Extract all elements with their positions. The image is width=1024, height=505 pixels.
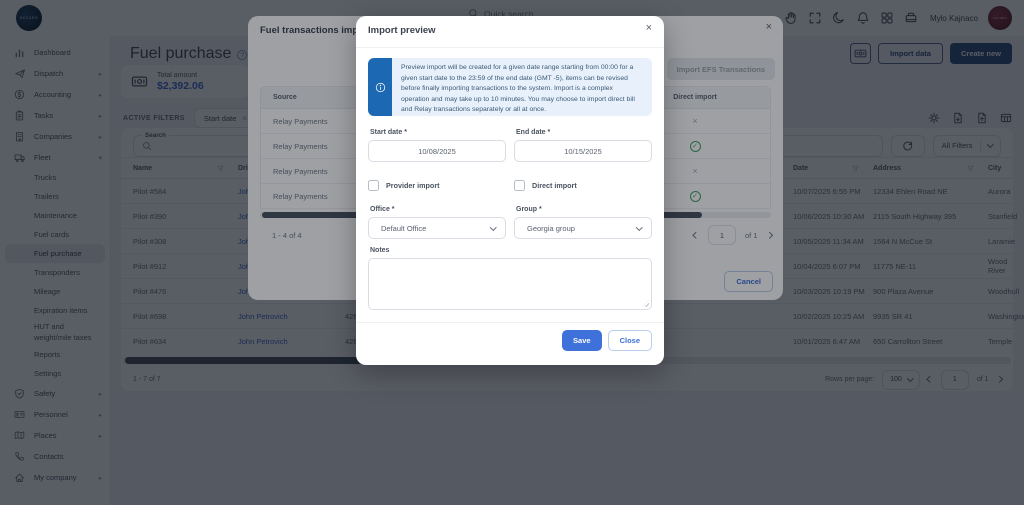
save-button[interactable]: Save [562,330,602,351]
chevron-down-icon [636,224,642,230]
end-date-input[interactable]: 10/15/2025 [514,140,652,162]
notes-label: Notes [370,247,389,254]
close-icon[interactable]: × [646,23,652,34]
save-label: Save [573,336,591,345]
direct-import-label: Direct import [532,181,577,190]
info-banner: Preview import will be created for a giv… [368,58,652,116]
close-button[interactable]: Close [608,330,652,351]
office-value: Default Office [381,224,426,233]
group-value: Georgia group [527,224,575,233]
divider [356,322,664,323]
provider-import-checkbox[interactable]: Provider import [368,180,440,191]
chevron-down-icon [490,224,496,230]
app-window: ACCURO Quick search Mylo Kajnaco ACCURO … [0,0,1024,505]
direct-import-checkbox[interactable]: Direct import [514,180,577,191]
group-select[interactable]: Georgia group [514,217,652,239]
office-select[interactable]: Default Office [368,217,506,239]
info-text: Preview import will be created for a giv… [392,58,652,116]
close-label: Close [620,336,640,345]
checkbox-icon[interactable] [368,180,379,191]
checkbox-icon[interactable] [514,180,525,191]
start-date-value: 10/08/2025 [418,147,456,156]
start-date-input[interactable]: 10/08/2025 [368,140,506,162]
provider-import-label: Provider import [386,181,440,190]
info-icon [368,58,392,116]
end-date-value: 10/15/2025 [564,147,602,156]
start-date-label: Start date * [370,129,407,136]
modal-footer: Save Close [562,330,652,351]
group-label: Group * [516,206,542,213]
import-preview-modal: Import preview × Preview import will be … [356,16,664,365]
office-label: Office * [370,206,395,213]
notes-textarea[interactable] [368,258,652,310]
divider [356,47,664,48]
modal-title: Import preview [368,25,436,36]
end-date-label: End date * [516,129,550,136]
